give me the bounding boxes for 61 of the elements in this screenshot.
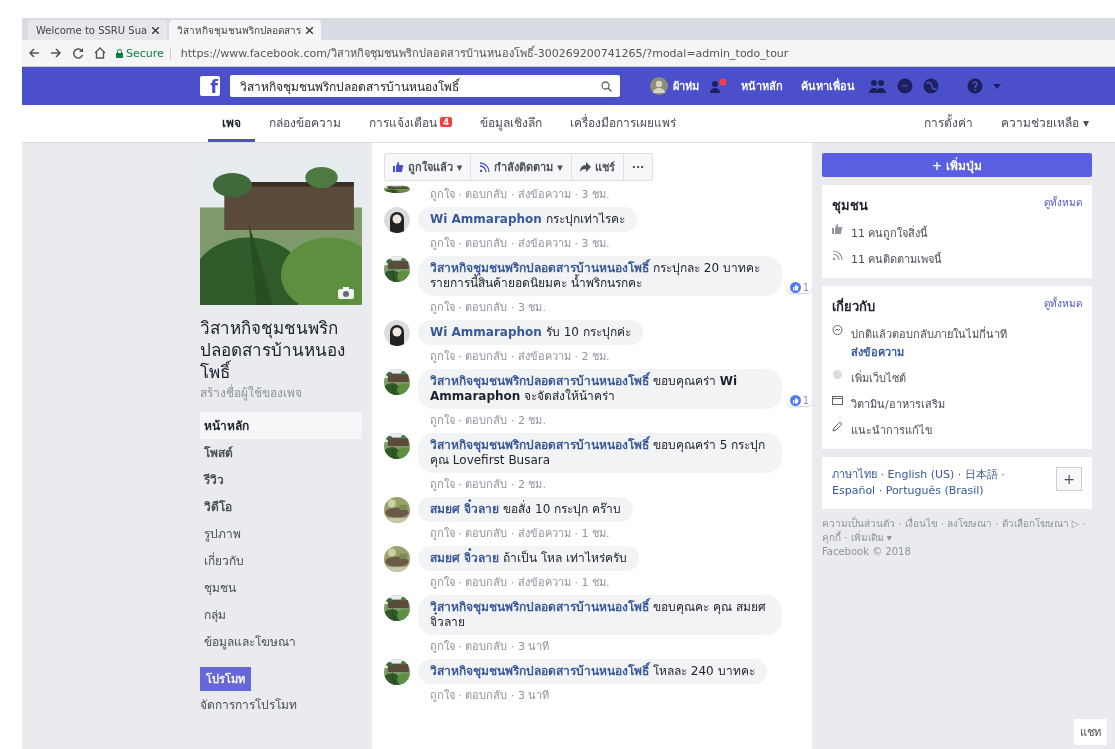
sidebar-item[interactable]: เกี่ยวกับ [200, 547, 362, 574]
comment-bubble: Wi Ammaraphon กระปุกเท่าไรคะ [418, 207, 637, 232]
tab-title: วิสาหกิจชุมชนพริกปลอดสาร [177, 23, 302, 38]
like-count: 1 [802, 282, 809, 293]
info-text: แนะนำการแก้ไข [851, 423, 933, 439]
comment-bubble: วิสาหกิจชุมชนพริกปลอดสารบ้านหนองโพธิ์ กระปุกละ 20 บาทคะ รายการนี้สินค้ายอดนิยมคะ น้ำพริกนรกคะ [418, 256, 782, 296]
sidebar-item[interactable]: กลุ่ม [200, 601, 362, 628]
comment-bubble: วิสาหกิจชุมชนพริกปลอดสารบ้านหนองโพธิ์ ขอบคุณคร่า 5 กระปุก คุณ Lovefirst Busara [418, 433, 782, 473]
page-tab[interactable]: การแจ้งเตือน 4 [355, 105, 467, 142]
search-field[interactable]: วิสาหกิจชุมชนพริกปลอดสารบ้านหนองโพธิ์ [230, 75, 620, 97]
comment-bubble: Wi Ammaraphon รับ 10 กระปุกค่ะ [418, 320, 643, 345]
nav-link[interactable]: ค้นหาเพื่อน [797, 77, 859, 95]
info-text: 11 คนถูกใจสิ่งนี้ [851, 224, 929, 242]
comment-bubble: สมยศ จิ๋วลาย ถ้าเป็น โหล เท่าไหร่ครับ [418, 546, 639, 571]
sidebar-item[interactable]: รูปภาพ [200, 520, 362, 547]
comment-bubble: วิสาหกิจชุมชนพริกปลอดสารบ้านหนองโพธิ์ โหลละ 240 บาทคะ [418, 659, 767, 684]
page-name: วิสาหกิจชุมชนพริกปลอดสารบ้านหนองโพธิ์ [200, 317, 346, 383]
manage-promotions-link[interactable]: จัดการการโปรโมท [200, 691, 362, 718]
card-title: ชุมชน [832, 197, 868, 216]
add-button[interactable]: + เพิ่มปุ่ม [822, 153, 1092, 177]
follow-button[interactable]: กำลังติดตาม ▾ [471, 154, 572, 180]
add-language-button[interactable]: + [1056, 467, 1082, 491]
info-text: วิตามิน/อาหารเสริม [851, 397, 945, 413]
copyright-text: Facebook © 2018 [822, 545, 912, 559]
tab-title: Welcome to SSRU Sua [36, 24, 148, 36]
sidebar-item[interactable]: หน้าหลัก [200, 412, 362, 439]
comment-bubble: วิสาหกิจชุมชนพริกปลอดสารบ้านหนองโพธิ์ ขอบคุณคร่า Wi Ammaraphon จะจัดส่งให้น้าคร่า [418, 369, 782, 409]
browser-tab[interactable]: Welcome to SSRU Sua [28, 20, 168, 40]
logo[interactable]: f [200, 76, 220, 96]
comment-bubble: วิสาหกิจชุมชนพริกปลอดสารบ้านหนองโพธิ์ ขอบคุณคะ คุณ สมยศ จิ๋วลาย [418, 595, 782, 635]
sidebar-item[interactable]: ชุมชน [200, 574, 362, 601]
sidebar-item[interactable]: วิดีโอ [200, 493, 362, 520]
language-links[interactable]: ภาษาไทย · English (US) · 日本語 · Español · Português (Brasil) [832, 467, 1046, 499]
more-button[interactable]: ··· [623, 154, 653, 180]
see-all-link[interactable]: ดูทั้งหมด [1044, 195, 1082, 216]
send-message-link[interactable]: ส่งข้อความ [851, 343, 1007, 361]
browser-tab[interactable]: วิสาหกิจชุมชนพริกปลอดสาร [169, 20, 322, 40]
sidebar-item[interactable]: โพสต์ [200, 439, 362, 466]
info-text: เพิ่มเว็บไซต์ [851, 369, 906, 387]
page-tab[interactable]: ความช่วยเหลือ ▾ [987, 105, 1103, 142]
like-count: 1 [802, 395, 809, 406]
page-tab[interactable]: ข้อมูลเชิงลึก [466, 105, 557, 142]
share-button[interactable]: แชร์ [571, 154, 624, 180]
promote-button[interactable]: โปรโมท [200, 667, 251, 691]
page-tab[interactable]: เครื่องมือการเผยแพร่ [556, 105, 691, 142]
notification-badge: 4 [440, 117, 453, 127]
user-name[interactable]: ผ้าห่ม [673, 77, 699, 95]
chat-tab[interactable]: แชท [1074, 719, 1107, 745]
address-bar[interactable]: https://www.facebook.com/วิสาหกิจชุมชนพริกปลอดสารบ้านหนองโพธิ์-300269200741265/?modal=admin_todo_tour [180, 44, 789, 62]
like-button[interactable]: ถูกใจแล้ว ▾ [385, 154, 472, 180]
comment-bubble: สมยศ จิ๋วลาย ขอสั่ง 10 กระปุก คร๊าบ [418, 497, 633, 522]
card-title: เกี่ยวกับ [832, 296, 875, 316]
info-text: 11 คนติดตามเพจนี้ [851, 251, 943, 268]
nav-link[interactable]: หน้าหลัก [737, 77, 787, 95]
secure-text: Secure [126, 46, 164, 60]
sidebar-item[interactable]: ข้อมูลและโฆษณา [200, 628, 362, 655]
info-text: ปกติแล้วตอบกลับภายในไม่กี่นาที [851, 325, 1007, 343]
sidebar-item[interactable]: รีวิว [200, 466, 362, 493]
page-tab[interactable]: กล่องข้อความ [255, 105, 355, 142]
page-tab[interactable]: การตั้งค่า [910, 105, 988, 142]
see-all-link[interactable]: ดูทั้งหมด [1044, 296, 1082, 317]
